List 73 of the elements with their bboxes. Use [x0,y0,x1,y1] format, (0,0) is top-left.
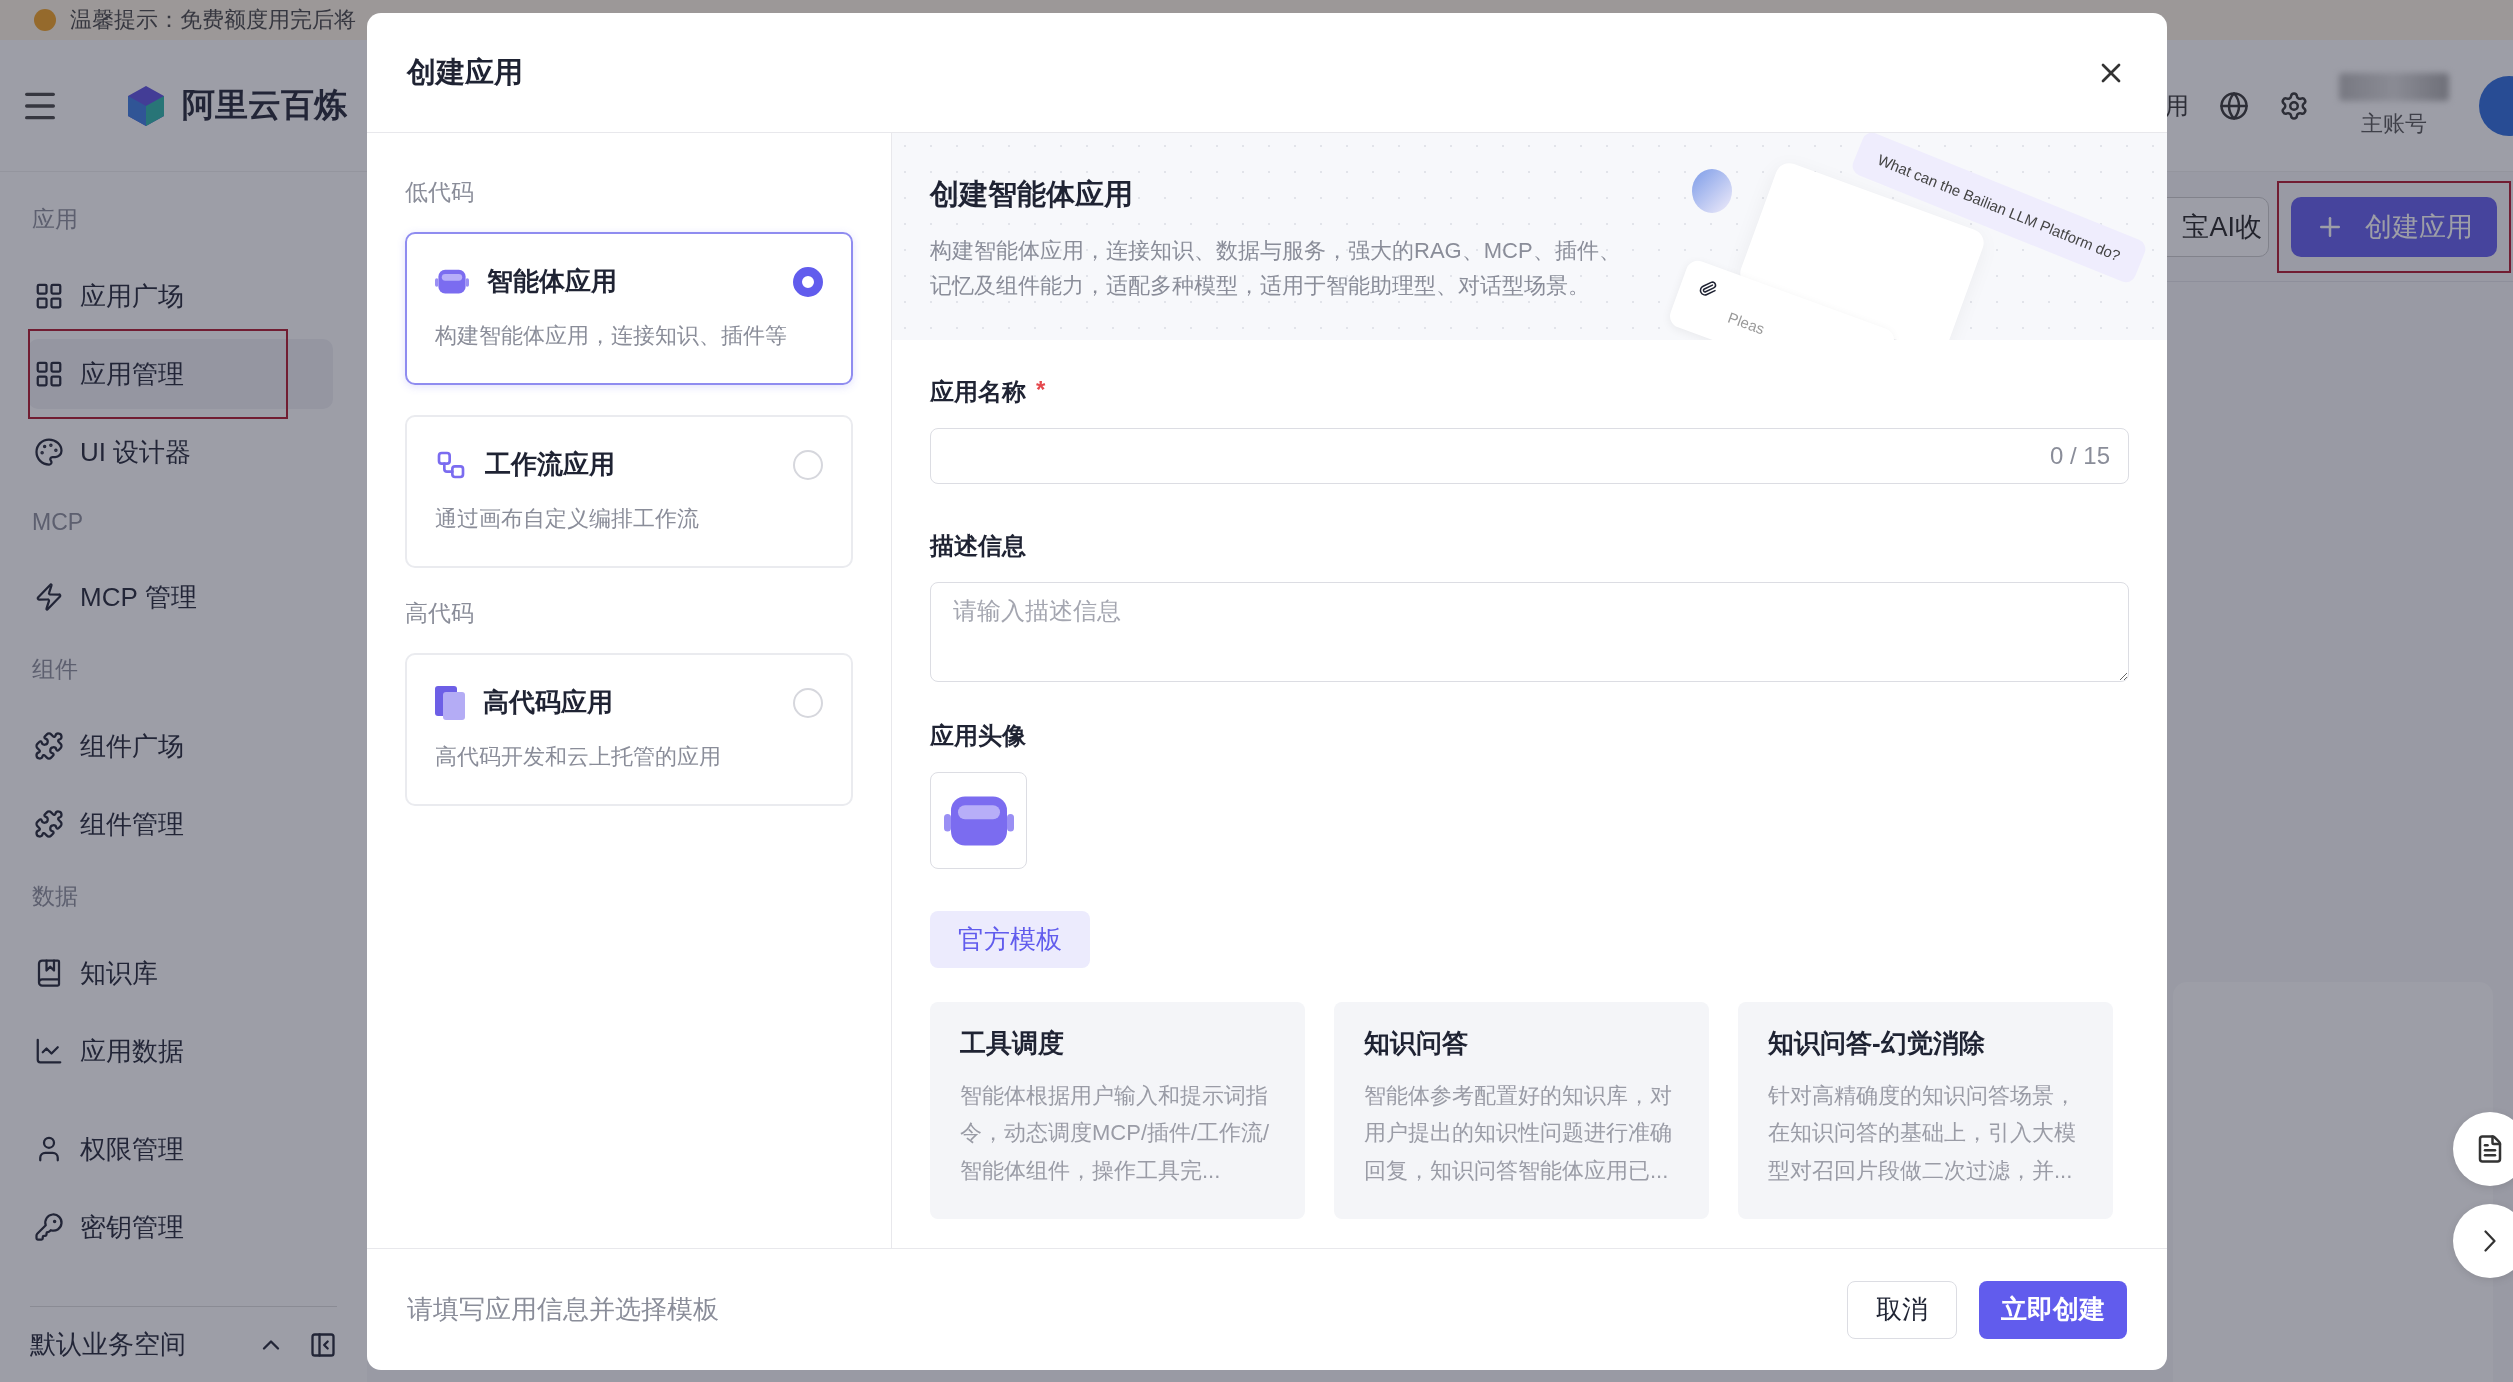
template-title: 知识问答-幻觉消除 [1768,1027,1986,1060]
sidebar-item[interactable]: 应用管理 [28,339,333,409]
field-label: 应用头像 [930,721,1026,751]
template-description: 智能体参考配置好的知识库，对用户提出的知识性问题进行准确回复，知识问答智能体应用已... [1364,1082,1673,1185]
robot-head-icon [435,267,469,296]
sidebar-item[interactable]: 密钥管理 [28,1192,333,1262]
puzzle-icon [34,809,64,839]
section-title: 应用 [31,205,79,234]
sidebar-item[interactable]: UI 设计器 [28,417,333,487]
cancel-button[interactable]: 取消 [1847,1280,1957,1339]
template-card[interactable]: 知识问答-幻觉消除 针对高精确度的知识问答场景，在知识问答的基础上，引入大模型对召回片段做二次过滤，并... [1738,1002,2113,1219]
hero-title: 创建智能体应用 [930,177,1133,212]
description-field[interactable]: 请输入描述信息 [930,582,2129,682]
chevron-right-icon [2484,1230,2496,1252]
field-label: 应用名称 [930,377,1026,407]
app-type-title: 智能体应用 [487,265,617,298]
sidebar-item[interactable]: 组件广场 [28,711,333,781]
create-button[interactable]: 立即创建 [1979,1280,2127,1339]
logo-text: 阿里云百炼 [182,85,347,125]
section-title: MCP [31,508,85,537]
template-tab[interactable]: 官方模板 [930,911,1090,968]
input-hint: Pleas [1725,308,1767,338]
char-counter: 0 / 15 [2049,442,2110,470]
key-icon [34,1212,64,1242]
template-card[interactable]: 知识问答 智能体参考配置好的知识库，对用户提出的知识性问题进行准确回复，知识问答智能体应用已... [1334,1002,1709,1219]
app-type-card[interactable]: 工作流应用 通过画布自定义编排工作流 [405,415,853,568]
settings-icon[interactable] [2279,90,2309,121]
document-icon [435,685,465,720]
app-type-card[interactable]: 智能体应用 构建智能体应用，连接知识、插件等 [405,232,853,385]
template-description: 智能体根据用户输入和提示词指令，动态调度MCP/插件/工作流/智能体组件，操作工具完... [960,1082,1271,1185]
required-mark: * [1036,376,1046,405]
bolt-icon [34,582,64,612]
warning-icon [34,9,56,31]
grid-icon [34,359,64,389]
app-type-description: 通过画布自定义编排工作流 [435,505,700,533]
sidebar-item[interactable]: MCP 管理 [28,562,333,632]
sidebar-item[interactable]: 知识库 [28,938,333,1008]
section-title: 数据 [31,882,79,911]
app-type-description: 构建智能体应用，连接知识、插件等 [435,322,788,350]
group-title: 高代码 [405,599,475,628]
sidebar-item[interactable]: 应用数据 [28,1016,333,1086]
section-title: 组件 [31,655,79,684]
notice-text: 温馨提示：免费额度用完后将 [70,6,356,34]
globe-icon[interactable] [2219,90,2249,121]
template-title: 工具调度 [960,1027,1065,1060]
radio-button[interactable] [793,266,823,297]
collapse-icon[interactable] [309,1330,337,1359]
sidebar-item[interactable]: 权限管理 [28,1114,333,1184]
group-title: 低代码 [405,178,475,207]
grid-icon [34,281,64,311]
name-field[interactable]: 0 / 15 [930,428,2129,484]
account-label: 主账号 [2361,109,2427,138]
footer-hint: 请填写应用信息并选择模板 [407,1293,719,1326]
sidebar-item[interactable]: 组件管理 [28,789,333,859]
app-type-card[interactable]: 高代码应用 高代码开发和云上托管的应用 [405,653,853,806]
puzzle-icon [34,731,64,761]
app-type-title: 工作流应用 [485,448,615,481]
chart-icon [34,1036,64,1066]
field-label: 描述信息 [930,531,1026,561]
workspace-label: 默认业务空间 [30,1328,186,1361]
template-title: 知识问答 [1364,1027,1469,1060]
app-type-title: 高代码应用 [483,686,613,719]
hero-description: 构建智能体应用，连接知识、数据与服务，强大的RAG、MCP、插件、记忆及组件能力，适配多种模型，适用于智能助理型、对话型场景。 [930,237,1622,301]
header-text: 用 [2165,90,2189,121]
app-type-description: 高代码开发和云上托管的应用 [435,743,722,771]
dialog-title: 创建应用 [407,54,523,90]
palette-icon [34,437,64,467]
template-card[interactable]: 工具调度 智能体根据用户输入和提示词指令，动态调度MCP/插件/工作流/智能体组件，操作工具完... [930,1002,1305,1219]
sidebar-item[interactable]: 应用广场 [28,261,333,331]
orb-icon [1692,169,1732,213]
create-app-button[interactable]: 创建应用 [2291,196,2497,257]
avatar-picker[interactable] [930,772,1027,869]
template-description: 针对高精确度的知识问答场景，在知识问答的基础上，引入大模型对召回片段做二次过滤，并... [1768,1082,2077,1185]
